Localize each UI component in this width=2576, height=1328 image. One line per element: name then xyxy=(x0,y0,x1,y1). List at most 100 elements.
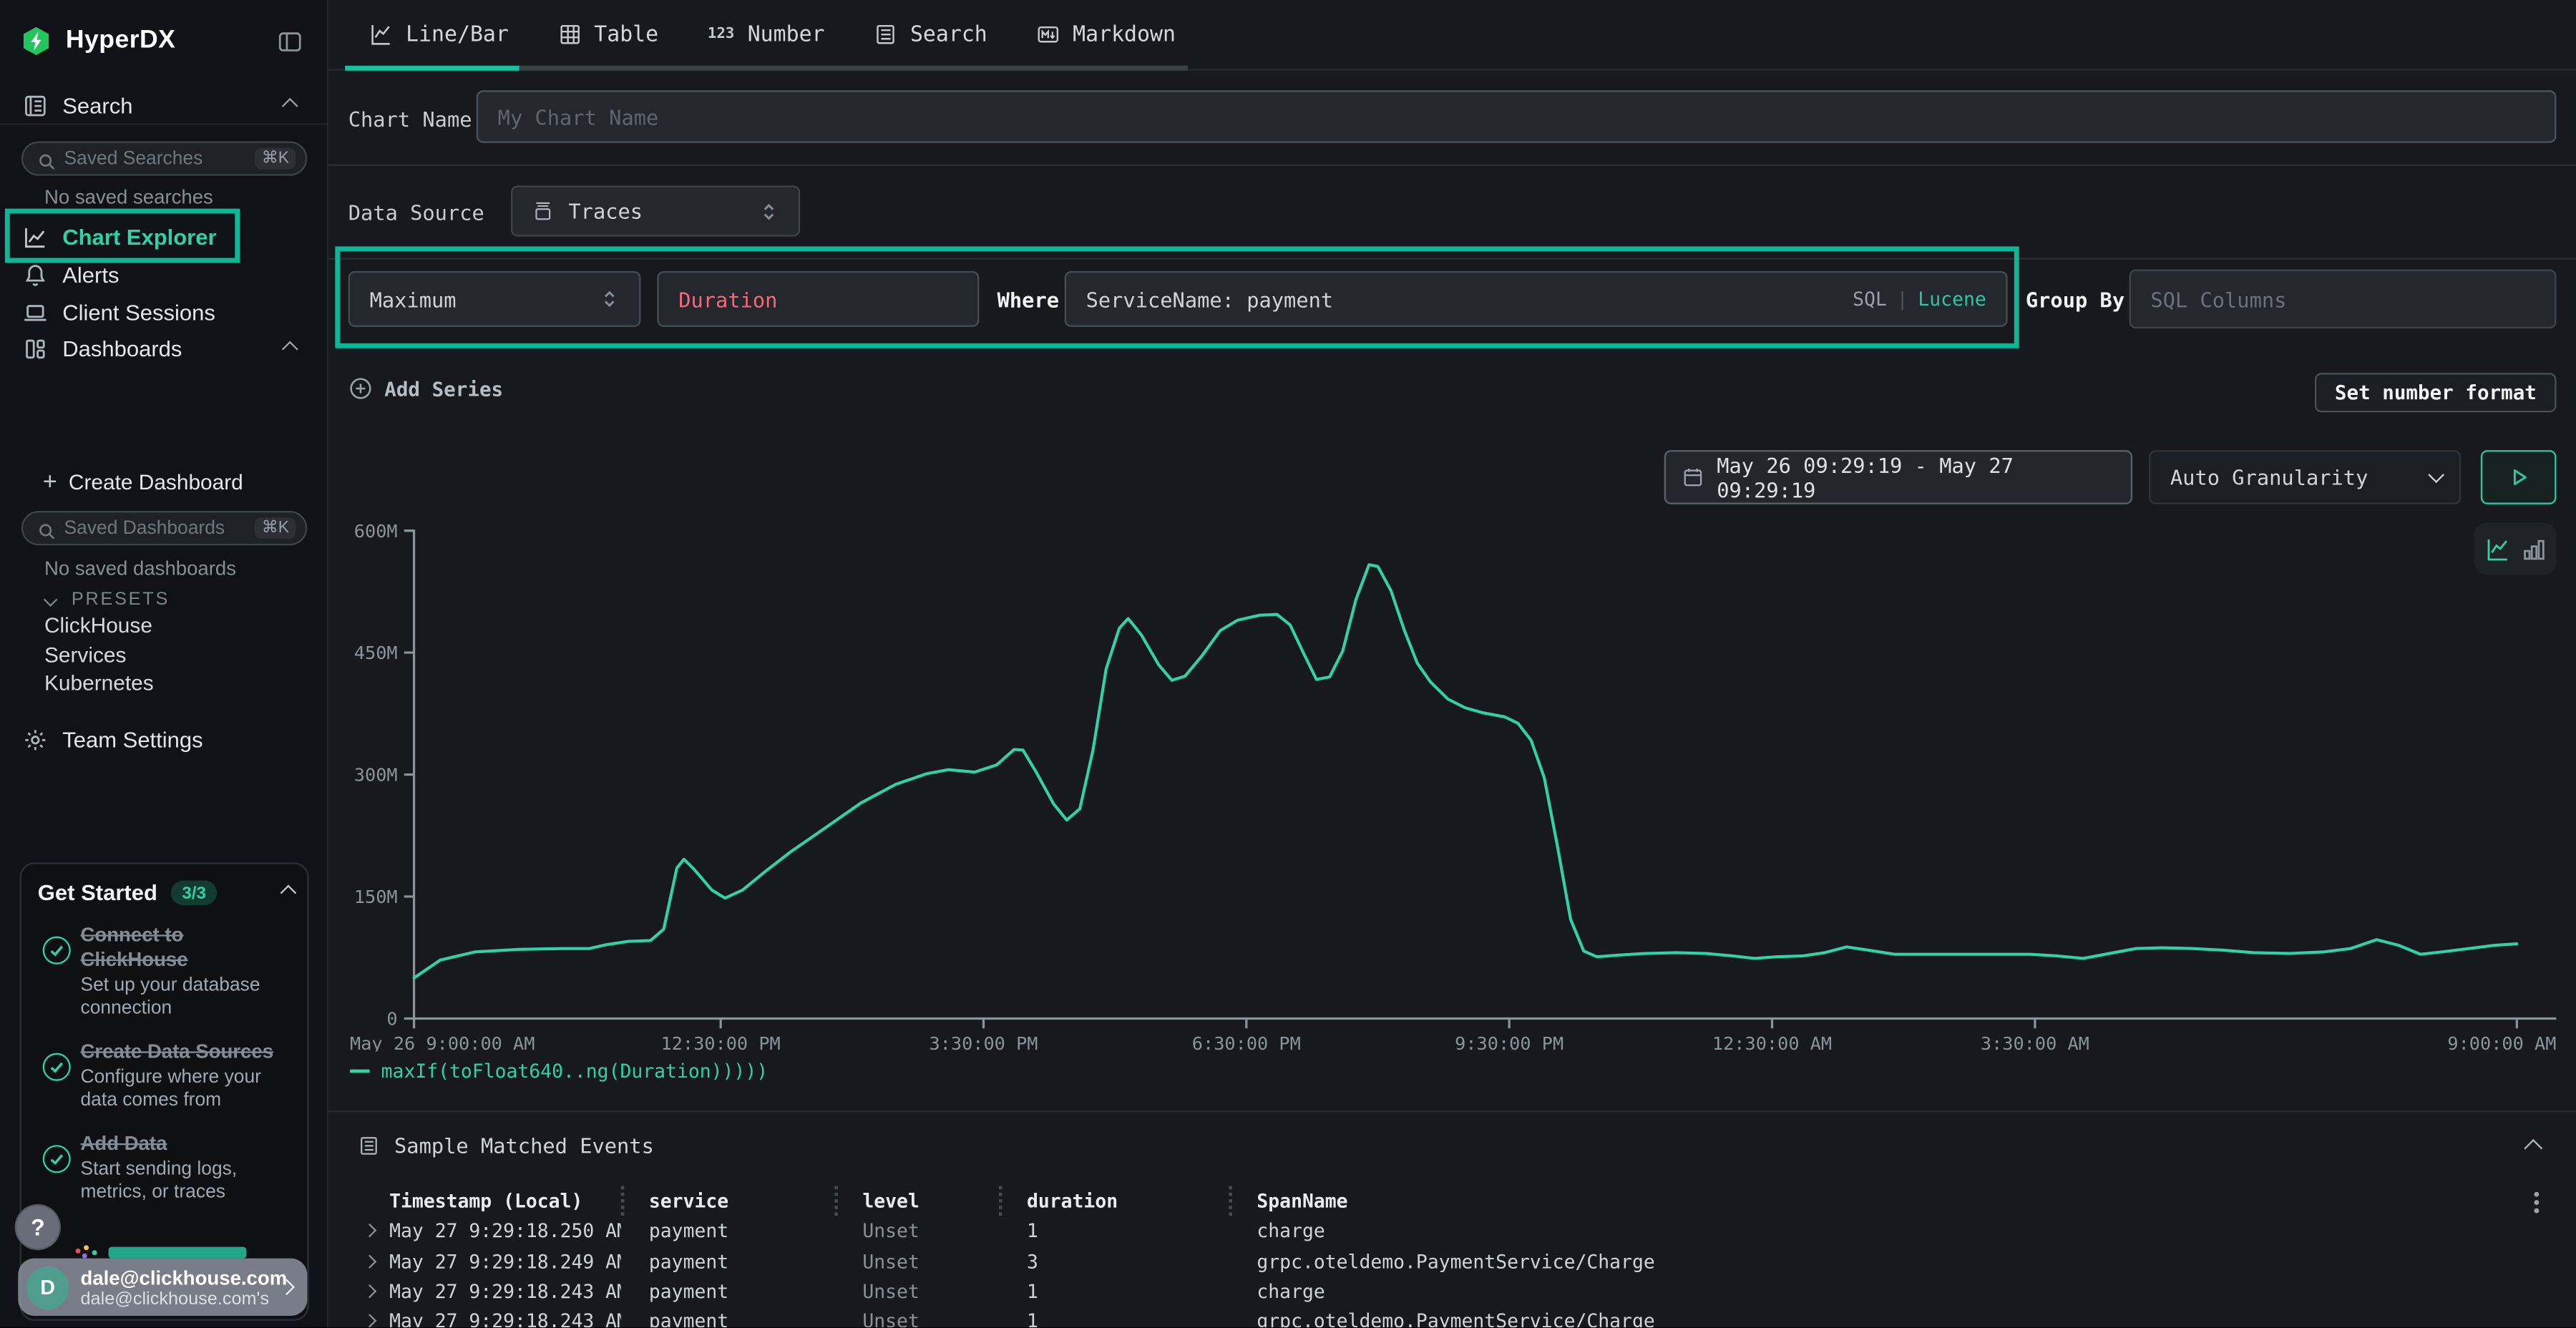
cell-duration: 1 xyxy=(999,1307,1229,1328)
granularity-select[interactable]: Auto Granularity xyxy=(2149,450,2461,504)
sql-toggle[interactable]: SQL xyxy=(1853,288,1887,311)
row-expand-icon[interactable] xyxy=(363,1284,376,1298)
tab-table[interactable]: Table xyxy=(533,1,683,67)
timeseries-chart[interactable]: 0150M300M450M600MMay 26 9:00:00 AM12:30:… xyxy=(350,522,2556,1051)
sidebar-item-team-settings[interactable]: Team Settings xyxy=(0,720,328,759)
sidebar-item-label: Alerts xyxy=(62,262,119,286)
cell-timestamp: May 27 9:29:18.243 AM xyxy=(389,1310,621,1328)
tab-search[interactable]: Search xyxy=(849,1,1012,67)
svg-text:9:30:00 PM: 9:30:00 PM xyxy=(1455,1033,1563,1051)
where-input[interactable]: ServiceName: payment SQL|Lucene xyxy=(1065,271,2008,327)
sidebar-item-alerts[interactable]: Alerts xyxy=(0,255,328,294)
tab-label: Line/Bar xyxy=(406,22,509,47)
check-circle-icon xyxy=(43,1144,71,1172)
table-row[interactable]: May 27 9:29:18.249 AMpaymentUnset3grpc.o… xyxy=(358,1246,2527,1276)
table-row[interactable]: May 27 9:29:18.243 AMpaymentUnset1grpc.o… xyxy=(358,1307,2527,1328)
main-content: Line/Bar Table 123 Number Search xyxy=(328,0,2576,1328)
date-range-input[interactable]: May 26 09:29:19 - May 27 09:29:19 xyxy=(1664,450,2132,504)
get-started-item[interactable]: Create Data SourcesConfigure where your … xyxy=(38,1040,291,1113)
run-query-button[interactable] xyxy=(2481,450,2557,504)
help-button[interactable]: ? xyxy=(16,1206,59,1249)
set-number-format-label: Set number format xyxy=(2335,381,2537,404)
check-circle-icon xyxy=(43,937,71,965)
chevron-up-icon[interactable] xyxy=(282,97,298,114)
laptop-icon xyxy=(23,300,47,324)
sidebar-item-kubernetes[interactable]: Kubernetes xyxy=(44,670,154,695)
tab-line-bar[interactable]: Line/Bar xyxy=(345,1,533,67)
column-header-duration[interactable]: duration xyxy=(999,1186,1229,1216)
sidebar-item-clickhouse[interactable]: ClickHouse xyxy=(44,612,152,637)
list-icon xyxy=(358,1135,380,1156)
calendar-icon xyxy=(1682,467,1704,488)
group-by-input[interactable]: SQL Columns xyxy=(2129,270,2557,329)
tab-markdown[interactable]: Markdown xyxy=(1012,1,1200,67)
column-header-service[interactable]: service xyxy=(621,1186,834,1216)
svg-text:600M: 600M xyxy=(354,522,398,542)
set-number-format-button[interactable]: Set number format xyxy=(2315,373,2556,412)
add-series-button[interactable]: Add Series xyxy=(348,376,503,401)
cell-service: payment xyxy=(621,1307,834,1328)
row-expand-icon[interactable] xyxy=(363,1314,376,1328)
sidebar-item-label: Dashboards xyxy=(62,336,182,361)
query-language-toggle[interactable]: SQL|Lucene xyxy=(1853,288,1986,311)
sidebar-item-label: Team Settings xyxy=(62,727,203,751)
cell-spanname: grpc.oteldemo.PaymentService/Charge xyxy=(1229,1246,2527,1276)
chart-name-label: Chart Name xyxy=(348,107,472,131)
svg-text:300M: 300M xyxy=(354,765,398,786)
sidebar-item-dashboards[interactable]: Dashboards xyxy=(0,328,328,368)
saved-searches-input[interactable]: Saved Searches ⌘K xyxy=(21,141,307,175)
row-expand-icon[interactable] xyxy=(363,1224,376,1237)
table-options-kebab-icon[interactable] xyxy=(2533,1189,2540,1216)
line-chart-toggle-icon[interactable] xyxy=(2485,537,2509,561)
sample-matched-events-header[interactable]: Sample Matched Events xyxy=(358,1133,654,1158)
cell-service: payment xyxy=(621,1216,834,1246)
legend-swatch xyxy=(350,1070,370,1073)
create-dashboard-button[interactable]: + Create Dashboard xyxy=(0,465,328,498)
cell-level: Unset xyxy=(834,1276,999,1306)
sidebar-item-services[interactable]: Services xyxy=(44,643,126,667)
svg-text:May 26 9:00:00 AM: May 26 9:00:00 AM xyxy=(350,1033,535,1051)
aggregation-select[interactable]: Maximum xyxy=(348,271,641,327)
chevron-up-icon[interactable] xyxy=(280,884,297,901)
get-started-item[interactable]: Connect to ClickHouseSet up your databas… xyxy=(38,923,291,1021)
app-window: HyperDX Search Saved Searches ⌘K No save… xyxy=(0,0,2576,1328)
row-expand-icon[interactable] xyxy=(363,1254,376,1268)
user-menu[interactable]: D dale@clickhouse.com dale@clickhouse.co… xyxy=(18,1259,307,1316)
collapse-section-icon[interactable] xyxy=(2524,1139,2542,1158)
field-input[interactable]: Duration xyxy=(657,271,979,327)
sidebar-item-search[interactable]: Search xyxy=(0,85,328,125)
no-saved-dashboards-text: No saved dashboards xyxy=(44,557,236,580)
sidebar-collapse-icon[interactable] xyxy=(278,29,302,53)
sample-matched-events-title: Sample Matched Events xyxy=(394,1133,654,1158)
hyperdx-logo-icon xyxy=(21,26,51,56)
chevron-up-icon[interactable] xyxy=(282,340,298,356)
group-by-placeholder: SQL Columns xyxy=(2150,287,2286,311)
number-123-icon: 123 xyxy=(708,26,734,43)
cell-spanname: charge xyxy=(1229,1216,2527,1246)
get-started-title: Get Started xyxy=(38,881,157,905)
get-started-item-desc: Start sending logs, metrics, or traces xyxy=(80,1157,291,1204)
select-chevrons-icon xyxy=(759,201,779,221)
table-row[interactable]: May 27 9:29:18.243 AMpaymentUnset1charge xyxy=(358,1276,2527,1306)
tab-label: Table xyxy=(594,22,658,47)
data-source-select[interactable]: Traces xyxy=(511,185,800,236)
sidebar-item-client-sessions[interactable]: Client Sessions xyxy=(0,293,328,332)
presets-toggle[interactable]: PRESETS xyxy=(0,585,328,614)
get-started-item[interactable]: Add DataStart sending logs, metrics, or … xyxy=(38,1131,291,1205)
lucene-toggle[interactable]: Lucene xyxy=(1918,288,1986,311)
chevron-down-icon xyxy=(2428,467,2444,483)
table-row[interactable]: May 27 9:29:18.250 AMpaymentUnset1charge xyxy=(358,1216,2527,1246)
sidebar: HyperDX Search Saved Searches ⌘K No save… xyxy=(0,0,328,1328)
column-header-level[interactable]: level xyxy=(834,1186,999,1216)
column-header-spanname[interactable]: SpanName xyxy=(1229,1186,2527,1216)
sidebar-item-chart-explorer[interactable]: Chart Explorer xyxy=(0,215,328,258)
get-started-header[interactable]: Get Started 3/3 xyxy=(38,881,291,905)
column-header-timestamp[interactable]: Timestamp (Local) xyxy=(389,1189,621,1212)
cell-level: Unset xyxy=(834,1246,999,1276)
bar-chart-toggle-icon[interactable] xyxy=(2521,537,2545,561)
markdown-icon xyxy=(1037,23,1060,46)
chart-name-placeholder: My Chart Name xyxy=(498,104,659,129)
tab-number[interactable]: 123 Number xyxy=(683,1,849,67)
saved-dashboards-input[interactable]: Saved Dashboards ⌘K xyxy=(21,511,307,545)
chart-name-input[interactable]: My Chart Name xyxy=(477,90,2557,142)
